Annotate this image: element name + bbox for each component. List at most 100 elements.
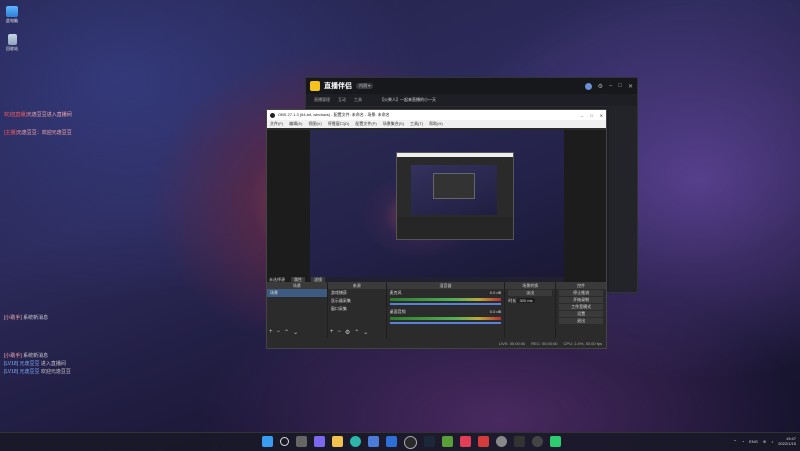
chat-text: 元逸豆豆进入直播间: [26, 112, 72, 118]
obs-preview[interactable]: [310, 130, 564, 282]
source-item[interactable]: 窗口采集: [328, 305, 386, 313]
task-view-icon[interactable]: [296, 436, 307, 447]
duration-input[interactable]: 300 ms: [517, 298, 535, 303]
controls-dock: 控件 停止推流 开始录制 工作室模式 设置 退出: [556, 282, 606, 338]
live-icon[interactable]: [460, 436, 471, 447]
nested-obs-capture: [396, 152, 514, 240]
chat-line: [LV18] 元逸豆豆 欢迎元逸豆豆: [4, 368, 71, 375]
transitions-dock: 场景转换 淡出 时长 300 ms: [505, 282, 556, 338]
menu-view[interactable]: 视图(V): [308, 121, 321, 127]
menu-edit[interactable]: 编辑(E): [289, 121, 302, 127]
studio-mode-button[interactable]: 工作室模式: [559, 304, 603, 310]
menu-docks[interactable]: 停靠窗口(D): [328, 121, 350, 127]
volume-meter: [389, 298, 502, 301]
edge-icon[interactable]: [350, 436, 361, 447]
close-icon[interactable]: ✕: [600, 113, 603, 118]
tab-live-manage[interactable]: 直播管理: [314, 97, 330, 103]
tab-tools[interactable]: 工具: [354, 97, 362, 103]
mixer-track-name: 桌面音频 0.0 dB: [387, 308, 505, 316]
scene-controls: + − ⌃ ⌄: [269, 329, 298, 336]
menu-help[interactable]: 帮助(H): [429, 121, 443, 127]
scene-item[interactable]: 场景: [267, 289, 327, 297]
live-badge[interactable]: 内测 ▾: [356, 83, 374, 89]
obs-icon[interactable]: [404, 436, 417, 449]
volume-meter: [389, 317, 502, 320]
controls-header: 控件: [556, 282, 606, 289]
transition-select[interactable]: 淡出: [508, 290, 553, 296]
computer-icon: [6, 6, 18, 17]
down-icon[interactable]: ⌄: [363, 329, 368, 336]
maximize-icon[interactable]: □: [590, 113, 592, 118]
search-icon[interactable]: [280, 437, 289, 446]
maximize-icon[interactable]: □: [618, 83, 622, 90]
volume-fader[interactable]: [389, 322, 502, 324]
stop-streaming-button[interactable]: 停止推流: [559, 290, 603, 296]
record-icon[interactable]: [532, 436, 543, 447]
chat-text: 进入直播间: [40, 361, 66, 367]
desktop-icon-label: 此电脑: [6, 18, 18, 23]
obs-titlebar[interactable]: OBS 27.1.3 (64-bit, windows) - 配置文件: 未命名…: [267, 110, 606, 120]
minimize-icon[interactable]: –: [581, 113, 583, 118]
transitions-header: 场景转换: [505, 282, 556, 289]
live-logo-icon: [310, 81, 320, 91]
add-icon[interactable]: +: [330, 329, 334, 336]
game-icon[interactable]: [442, 436, 453, 447]
source-item[interactable]: 游戏捕获: [328, 289, 386, 297]
settings-icon[interactable]: [496, 436, 507, 447]
settings-button[interactable]: 设置: [559, 311, 603, 317]
up-icon[interactable]: ⌃: [284, 329, 289, 336]
add-icon[interactable]: +: [269, 329, 273, 336]
up-icon[interactable]: ⌃: [354, 329, 359, 336]
track-db: 0.0 dB: [489, 309, 502, 314]
terminal-icon[interactable]: [514, 436, 525, 447]
volume-icon[interactable]: ♪: [771, 439, 773, 444]
chat-icon[interactable]: [314, 436, 325, 447]
menu-file[interactable]: 文件(F): [270, 121, 283, 127]
live-side-panel: [609, 106, 637, 292]
steam-icon[interactable]: [424, 436, 435, 447]
settings-icon[interactable]: ⚙: [598, 83, 603, 90]
wifi-icon[interactable]: ≋: [763, 439, 766, 444]
close-icon[interactable]: ✕: [628, 83, 633, 90]
menu-scene-collection[interactable]: 场景集合(S): [383, 121, 404, 127]
tab-interact[interactable]: 互动: [338, 97, 346, 103]
mixer-dock: 混音器 麦克风 0.0 dB 桌面音频 0.0 dB: [386, 282, 505, 338]
exit-button[interactable]: 退出: [559, 318, 603, 324]
nested-preview: [411, 165, 497, 215]
music-icon[interactable]: [478, 436, 489, 447]
volume-fader[interactable]: [389, 303, 502, 305]
start-icon[interactable]: [262, 436, 273, 447]
store-icon[interactable]: [368, 436, 379, 447]
clock[interactable]: 19:47 2022/1/15: [778, 436, 796, 446]
live-title-text: 【火柴人】一起来直播的小一天: [380, 97, 436, 102]
obs-window[interactable]: OBS 27.1.3 (64-bit, windows) - 配置文件: 未命名…: [266, 109, 607, 349]
chat-line: [小助手] 系统新消息: [4, 314, 48, 321]
start-recording-button[interactable]: 开始录制: [559, 297, 603, 303]
chat-user: [LV18] 元逸豆豆: [4, 361, 40, 367]
duration-row: 时长 300 ms: [505, 297, 555, 305]
chat-user: [小助手]: [4, 315, 22, 321]
lang-indicator[interactable]: ENG: [749, 439, 758, 444]
avatar[interactable]: [584, 82, 592, 90]
menu-tools[interactable]: 工具(T): [410, 121, 423, 127]
menu-profile[interactable]: 配置文件(P): [355, 121, 376, 127]
duration-label: 时长: [508, 298, 517, 303]
down-icon[interactable]: ⌄: [293, 329, 298, 336]
network-icon[interactable]: ◔: [742, 439, 744, 444]
remove-icon[interactable]: −: [337, 329, 341, 336]
chevron-up-icon[interactable]: ⌃: [733, 439, 736, 444]
source-item[interactable]: 显示器采集: [328, 297, 386, 305]
explorer-icon[interactable]: [332, 436, 343, 447]
mail-icon[interactable]: [386, 436, 397, 447]
chat-line: [主播]元逸豆豆：欢迎元逸豆豆: [4, 129, 72, 136]
desktop-icon-recycle-bin[interactable]: 回收站: [4, 34, 20, 52]
live-brand: 直播伴侣: [324, 83, 352, 90]
sources-dock: 来源 游戏捕获 显示器采集 窗口采集 + − ⚙ ⌃ ⌄: [327, 282, 386, 338]
taskbar-apps: [262, 436, 561, 449]
live-assistant-titlebar[interactable]: 直播伴侣 内测 ▾ ⚙ – □ ✕: [306, 78, 637, 94]
green-app-icon[interactable]: [550, 436, 561, 447]
minimize-icon[interactable]: –: [609, 83, 612, 90]
gear-icon[interactable]: ⚙: [345, 329, 350, 336]
remove-icon[interactable]: −: [277, 329, 281, 336]
desktop-icon-computer[interactable]: 此电脑: [4, 6, 20, 24]
